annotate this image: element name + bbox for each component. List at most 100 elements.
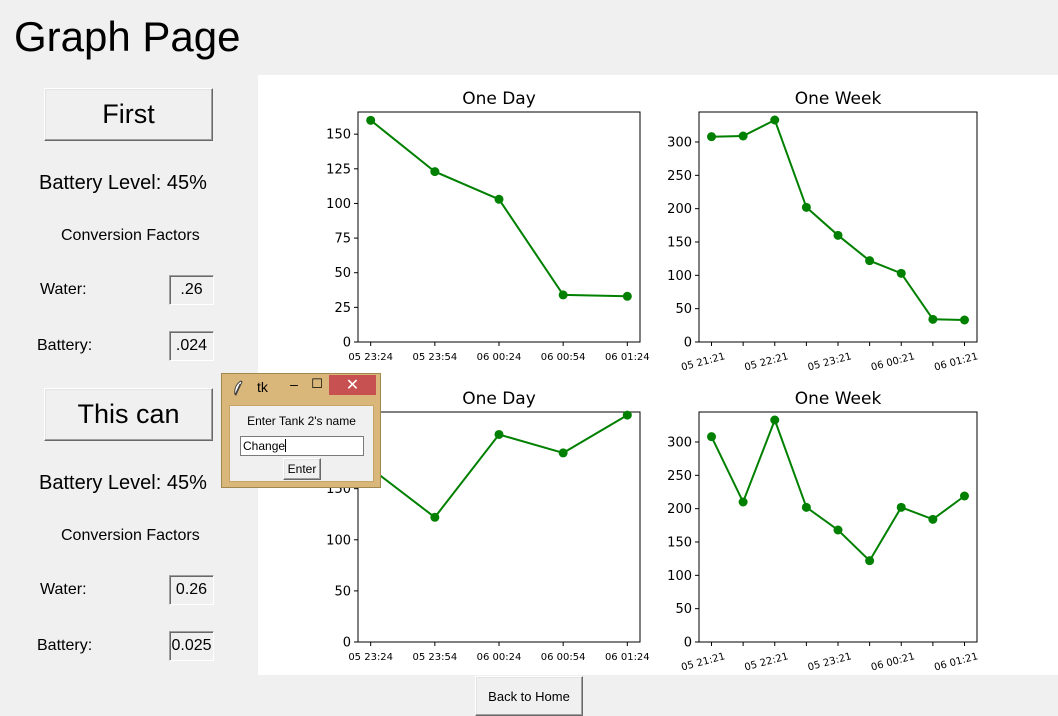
chart-4-y-tick-label: 100 — [667, 569, 692, 584]
chart-2-data-point — [959, 315, 969, 325]
chart-1-y-tick-label: 0 — [343, 336, 351, 351]
chart-4-y-tick-label: 250 — [667, 469, 692, 484]
chart-2-series-line — [711, 118, 965, 321]
minimize-button[interactable]: – — [283, 376, 305, 394]
chart-4-data-point — [707, 432, 717, 442]
chart-4-y-tick-label: 0 — [684, 636, 692, 651]
chart-1-x-tick-label: 06 00:54 — [541, 352, 586, 363]
tank-2-conversion-heading: Conversion Factors — [61, 527, 200, 544]
back-to-home-button[interactable]: Back to Home — [475, 676, 583, 716]
chart-2-data-point — [738, 131, 748, 141]
chart-3-data-point — [622, 410, 632, 420]
maximize-button[interactable]: ☐ — [306, 376, 328, 394]
close-button[interactable]: ✕ — [329, 375, 376, 395]
chart-2-y-tick-label: 200 — [667, 202, 692, 217]
dialog-titlebar[interactable]: tk – ☐ ✕ — [222, 374, 380, 402]
tank-1-battery-field[interactable]: .024 — [169, 331, 214, 361]
chart-4-title: One Week — [795, 389, 882, 409]
chart-3-data-point — [494, 429, 504, 439]
chart-1-y-tick-label: 50 — [334, 266, 351, 281]
tank-1-water-label: Water: — [40, 281, 87, 298]
tank-1-battery-level: Battery Level: 45% — [39, 172, 207, 194]
chart-2-x-tick-label: 06 01:21 — [933, 351, 979, 373]
chart-2-y-tick-label: 150 — [667, 236, 692, 251]
chart-4-data-point — [928, 514, 938, 524]
enter-button[interactable]: Enter — [283, 458, 321, 480]
chart-1-frame — [357, 111, 641, 343]
chart-3-x-tick-label: 06 01:24 — [605, 652, 650, 663]
tank-2-water-field[interactable]: 0.26 — [169, 575, 214, 605]
chart-1-x-tick-label: 05 23:54 — [412, 352, 457, 363]
chart-2-data-point — [833, 230, 843, 240]
chart-1-y-tick-label: 75 — [334, 232, 351, 247]
chart-4-data-point — [770, 415, 780, 425]
chart-1-data-point — [494, 194, 504, 204]
chart-2-x-tick-label: 05 22:21 — [743, 351, 789, 373]
tank-1-battery-label: Battery: — [37, 337, 93, 354]
chart-1-data-point — [366, 115, 376, 125]
tank-1-conversion-heading: Conversion Factors — [61, 227, 200, 244]
chart-1-data-point — [558, 290, 568, 300]
chart-1-y-tick-label: 150 — [326, 128, 351, 143]
tank-2-water-label: Water: — [40, 581, 87, 598]
chart-2-x-tick-label: 05 21:21 — [680, 351, 726, 373]
tank-name-input[interactable]: Change — [240, 436, 364, 456]
chart-4-x-tick-label: 05 22:21 — [743, 651, 789, 673]
chart-1-y-tick-label: 100 — [326, 197, 351, 212]
chart-3-x-tick-label: 05 23:54 — [412, 652, 457, 663]
dialog-prompt: Enter Tank 2's name — [247, 414, 356, 428]
chart-4-data-point — [896, 502, 906, 512]
chart-2-y-tick-label: 50 — [675, 302, 692, 317]
text-caret — [285, 439, 287, 452]
chart-4-y-tick-label: 200 — [667, 502, 692, 517]
chart-2-data-point — [707, 132, 717, 142]
chart-3-y-tick-label: 100 — [326, 533, 351, 548]
tank-1-button[interactable]: First — [44, 88, 213, 141]
chart-4-x-tick-label: 05 23:21 — [807, 651, 853, 673]
chart-1-series-line — [370, 119, 628, 298]
chart-4-series-line — [710, 417, 966, 563]
chart-2-data-point — [896, 268, 906, 278]
chart-3-x-tick-label: 06 00:54 — [541, 652, 586, 663]
chart-4-x-tick-label: 06 01:21 — [933, 651, 979, 673]
chart-1-title: One Day — [462, 89, 536, 109]
chart-3-x-tick-label: 06 00:24 — [477, 652, 522, 663]
chart-3-x-tick-label: 05 23:24 — [348, 652, 393, 663]
chart-4-x-tick-label: 05 21:21 — [680, 651, 726, 673]
chart-2-frame — [698, 111, 978, 343]
tank-name-input-value: Change — [243, 439, 286, 453]
chart-4-data-point — [833, 525, 843, 535]
chart-3-frame — [357, 411, 641, 643]
tank-2-battery-level: Battery Level: 45% — [39, 472, 207, 494]
rename-dialog: tk – ☐ ✕ Enter Tank 2's name Change Ente… — [221, 373, 381, 488]
chart-2-y-tick-label: 300 — [667, 136, 692, 151]
chart-4-y-tick-label: 150 — [667, 536, 692, 551]
chart-4-data-point — [865, 556, 875, 566]
chart-1-data-point — [430, 167, 440, 177]
chart-2-title: One Week — [795, 89, 882, 109]
chart-4-y-tick-label: 50 — [675, 602, 692, 617]
chart-1-x-tick-label: 05 23:24 — [348, 352, 393, 363]
page-title: Graph Page — [14, 13, 241, 60]
chart-2-data-point — [928, 314, 938, 324]
tank-1-water-field[interactable]: .26 — [169, 275, 214, 305]
chart-3-y-tick-label: 50 — [334, 584, 351, 599]
tank-2-button[interactable]: This can — [44, 388, 213, 441]
chart-1-y-tick-label: 125 — [326, 162, 351, 177]
chart-3-title: One Day — [462, 389, 536, 409]
dialog-title: tk — [257, 379, 268, 395]
chart-1-data-point — [622, 291, 632, 301]
chart-1-x-tick-label: 06 01:24 — [605, 352, 650, 363]
chart-2-x-tick-label: 06 00:21 — [870, 351, 916, 373]
chart-2-data-point — [865, 256, 875, 266]
dialog-body: Enter Tank 2's name Change Enter — [229, 405, 374, 482]
chart-3-data-point — [558, 448, 568, 458]
chart-2-data-point — [801, 202, 811, 212]
chart-1-x-tick-label: 06 00:24 — [477, 352, 522, 363]
chart-4-y-tick-label: 300 — [667, 436, 692, 451]
chart-4-x-tick-label: 06 00:21 — [870, 651, 916, 673]
tank-2-battery-field[interactable]: 0.025 — [169, 631, 214, 661]
chart-2-y-tick-label: 100 — [667, 269, 692, 284]
tank-2-battery-label: Battery: — [37, 637, 93, 654]
chart-4-data-point — [738, 497, 748, 507]
